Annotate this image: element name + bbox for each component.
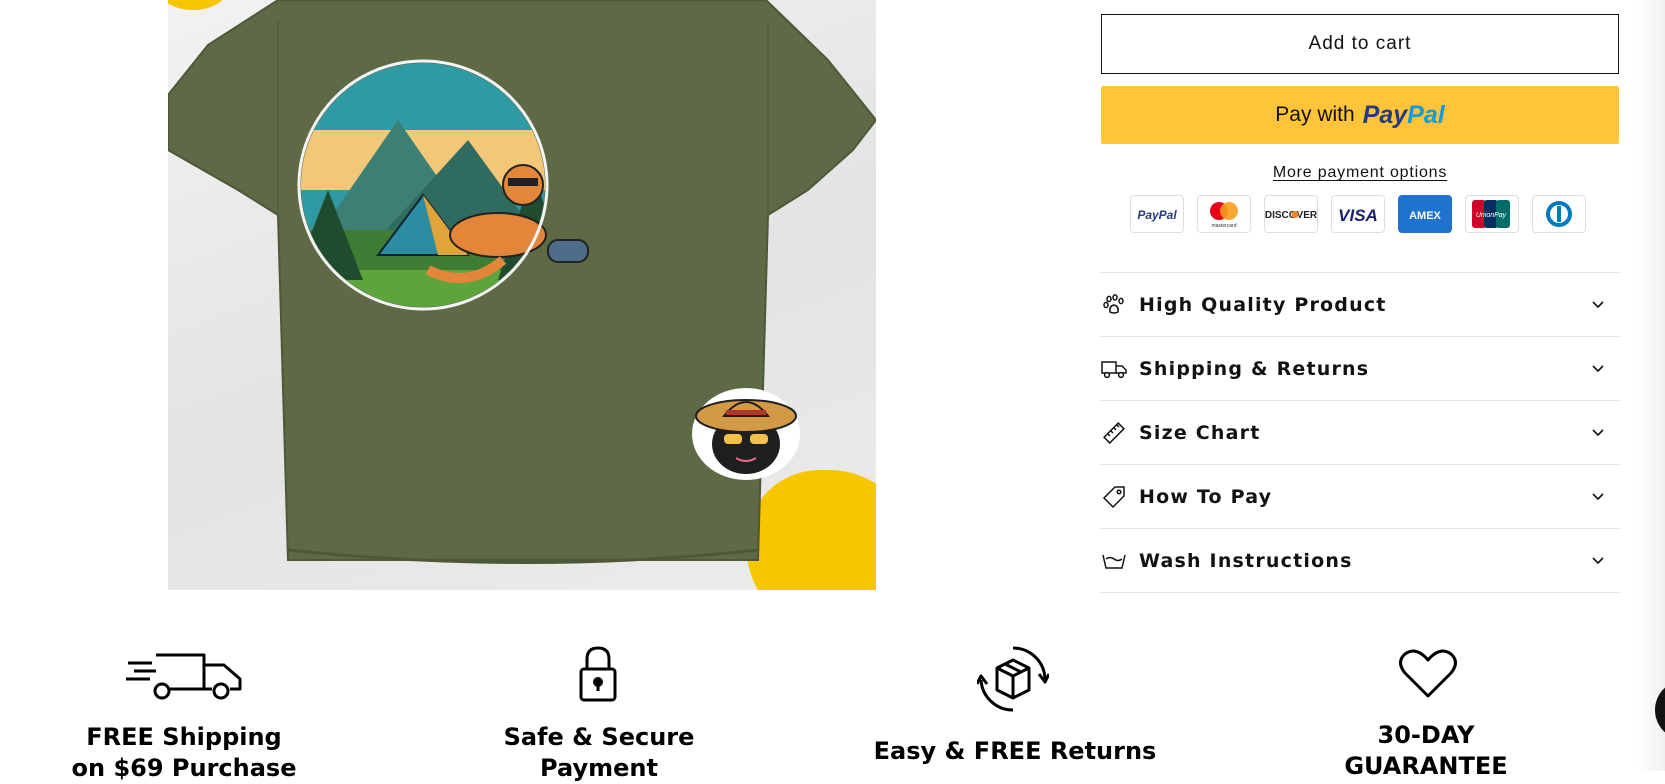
- padlock-icon: [579, 646, 617, 702]
- accordion-item-label: How To Pay: [1139, 485, 1273, 508]
- svg-text:PayPal: PayPal: [1137, 208, 1177, 222]
- accordion-item-label: Wash Instructions: [1139, 549, 1353, 572]
- paypal-card-icon: PayPal: [1130, 195, 1184, 233]
- svg-text:mastercard: mastercard: [1211, 223, 1236, 229]
- accordion-item-wash-instructions[interactable]: Wash Instructions: [1101, 528, 1619, 593]
- chevron-down-icon: [1592, 301, 1604, 309]
- right-edge-shadow: [1637, 0, 1665, 771]
- chevron-down-icon: [1592, 493, 1604, 501]
- paypal-button-prefix: Pay with: [1275, 103, 1355, 126]
- payment-icons-list: PayPal mastercard DISCOVER VISA AMEX Uni…: [1130, 195, 1586, 233]
- chevron-down-icon: [1592, 557, 1604, 565]
- svg-text:AMEX: AMEX: [1409, 210, 1441, 222]
- price-tag-icon: [1101, 484, 1127, 510]
- tshirt-graphic: [168, 0, 876, 564]
- accordion-item-high-quality-product[interactable]: High Quality Product: [1101, 272, 1619, 336]
- discover-card-icon: DISCOVER: [1264, 195, 1318, 233]
- accordion-item-how-to-pay[interactable]: How To Pay: [1101, 464, 1619, 528]
- add-to-cart-button[interactable]: Add to cart: [1101, 14, 1619, 74]
- box-return-icon: [977, 646, 1049, 712]
- svg-text:UnionPay: UnionPay: [1476, 212, 1507, 219]
- unionpay-card-icon: UnionPay: [1465, 195, 1519, 233]
- svg-text:DISCOVER: DISCOVER: [1265, 210, 1317, 221]
- feature-safe-secure-payment: Safe & Secure Payment: [503, 723, 695, 782]
- diners-club-card-icon: [1532, 195, 1586, 233]
- accordion-item-label: High Quality Product: [1139, 293, 1387, 316]
- heart-icon: [1399, 649, 1457, 698]
- chevron-down-icon: [1592, 429, 1604, 437]
- cat-hat-sticker: [692, 388, 800, 480]
- paypal-button[interactable]: Pay with PayPal: [1101, 86, 1619, 144]
- amex-card-icon: AMEX: [1398, 195, 1452, 233]
- ruler-icon: [1101, 420, 1127, 446]
- svg-text:VISA: VISA: [1338, 206, 1378, 225]
- fast-truck-icon: [126, 653, 242, 700]
- accordion-item-label: Shipping & Returns: [1139, 357, 1370, 380]
- mastercard-card-icon: mastercard: [1197, 195, 1251, 233]
- visa-card-icon: VISA: [1331, 195, 1385, 233]
- product-info-accordion: High Quality Product Shipping & Returns …: [1101, 272, 1619, 593]
- accordion-item-label: Size Chart: [1139, 421, 1261, 444]
- paypal-logo: PayPal: [1362, 100, 1445, 129]
- truck-icon: [1101, 356, 1127, 382]
- feature-30-day-guarantee: 30-DAY GUARANTEE: [1344, 721, 1508, 780]
- feature-easy-free-returns: Easy & FREE Returns: [873, 737, 1157, 765]
- accordion-item-shipping-returns[interactable]: Shipping & Returns: [1101, 336, 1619, 400]
- chevron-down-icon: [1592, 365, 1604, 373]
- feature-free-shipping: FREE Shipping on $69 Purchase: [71, 723, 297, 782]
- product-image[interactable]: [168, 0, 876, 590]
- paw-icon: [1101, 292, 1127, 318]
- wash-basin-icon: [1101, 548, 1127, 574]
- accordion-item-size-chart[interactable]: Size Chart: [1101, 400, 1619, 464]
- more-payment-options-link[interactable]: More payment options: [1101, 164, 1619, 182]
